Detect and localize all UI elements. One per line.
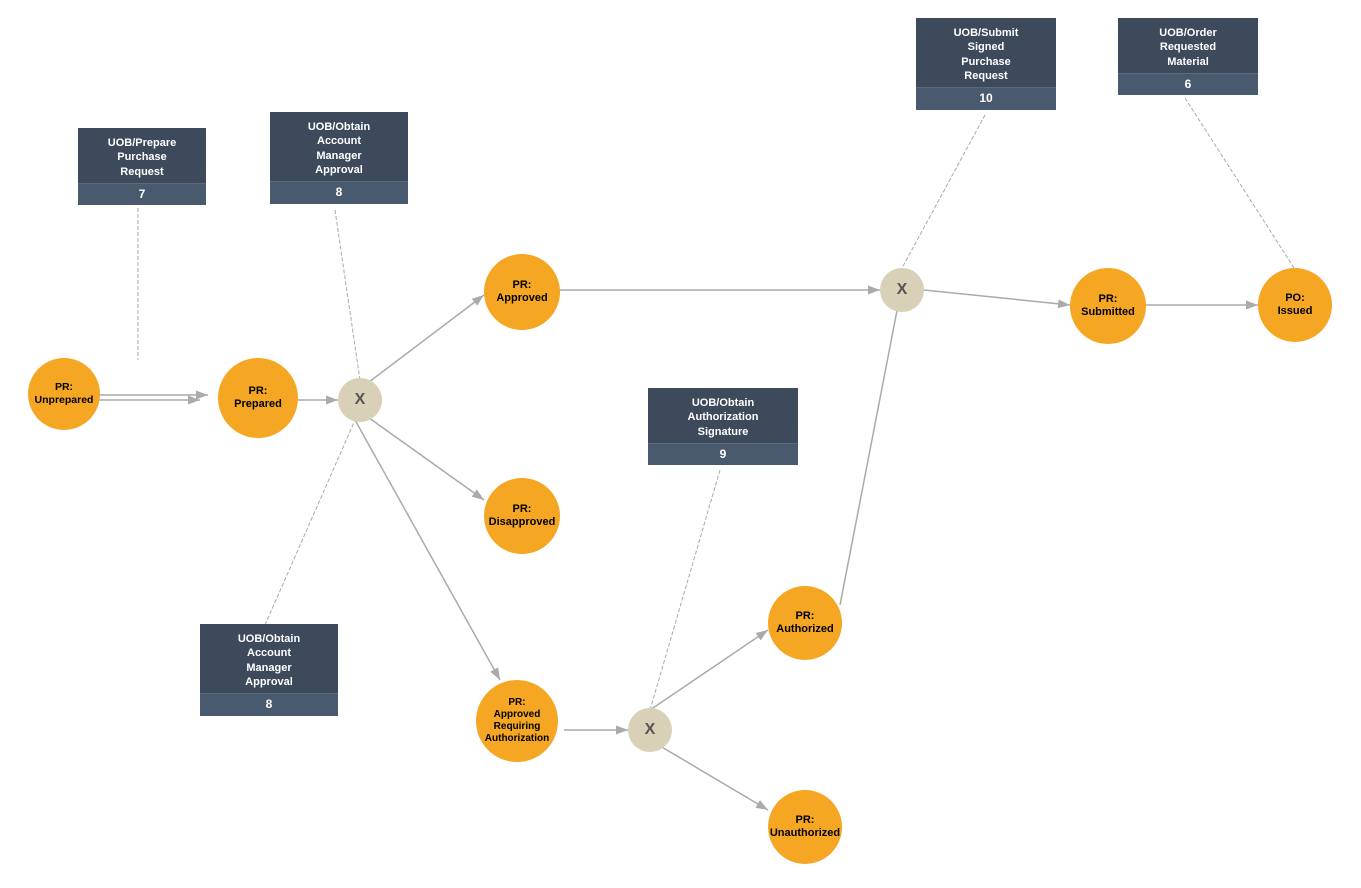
box-uob-obtain-approval-top: UOB/ObtainAccountManagerApproval 8 (270, 112, 408, 204)
box-uob-obtain-approval-bottom: UOB/ObtainAccountManagerApproval 8 (200, 624, 338, 716)
node-pr-approved-req-auth: PR:ApprovedRequiringAuthorization (476, 680, 558, 762)
node-pr-approved: PR:Approved (484, 254, 560, 330)
node-pr-authorized: PR:Authorized (768, 586, 842, 660)
gateway-3: X (880, 268, 924, 312)
box-uob-prepare: UOB/PreparePurchaseRequest 7 (78, 128, 206, 205)
node-pr-unauthorized: PR:Unauthorized (768, 790, 842, 864)
box-uob-order: UOB/OrderRequestedMaterial 6 (1118, 18, 1258, 95)
box-uob-submit: UOB/SubmitSignedPurchaseRequest 10 (916, 18, 1056, 110)
box-uob-obtain-auth-sig: UOB/ObtainAuthorizationSignature 9 (648, 388, 798, 465)
gateway-2: X (628, 708, 672, 752)
node-pr-prepared: PR:Prepared (218, 358, 298, 438)
node-pr-disapproved: PR:Disapproved (484, 478, 560, 554)
gateway-1: X (338, 378, 382, 422)
node-po-issued: PO:Issued (1258, 268, 1332, 342)
node-pr-unprepared: PR: Unprepared (28, 358, 100, 430)
diagram-container: PR: Unprepared PR:Prepared X PR:Approved… (0, 0, 1361, 888)
node-pr-submitted: PR:Submitted (1070, 268, 1146, 344)
